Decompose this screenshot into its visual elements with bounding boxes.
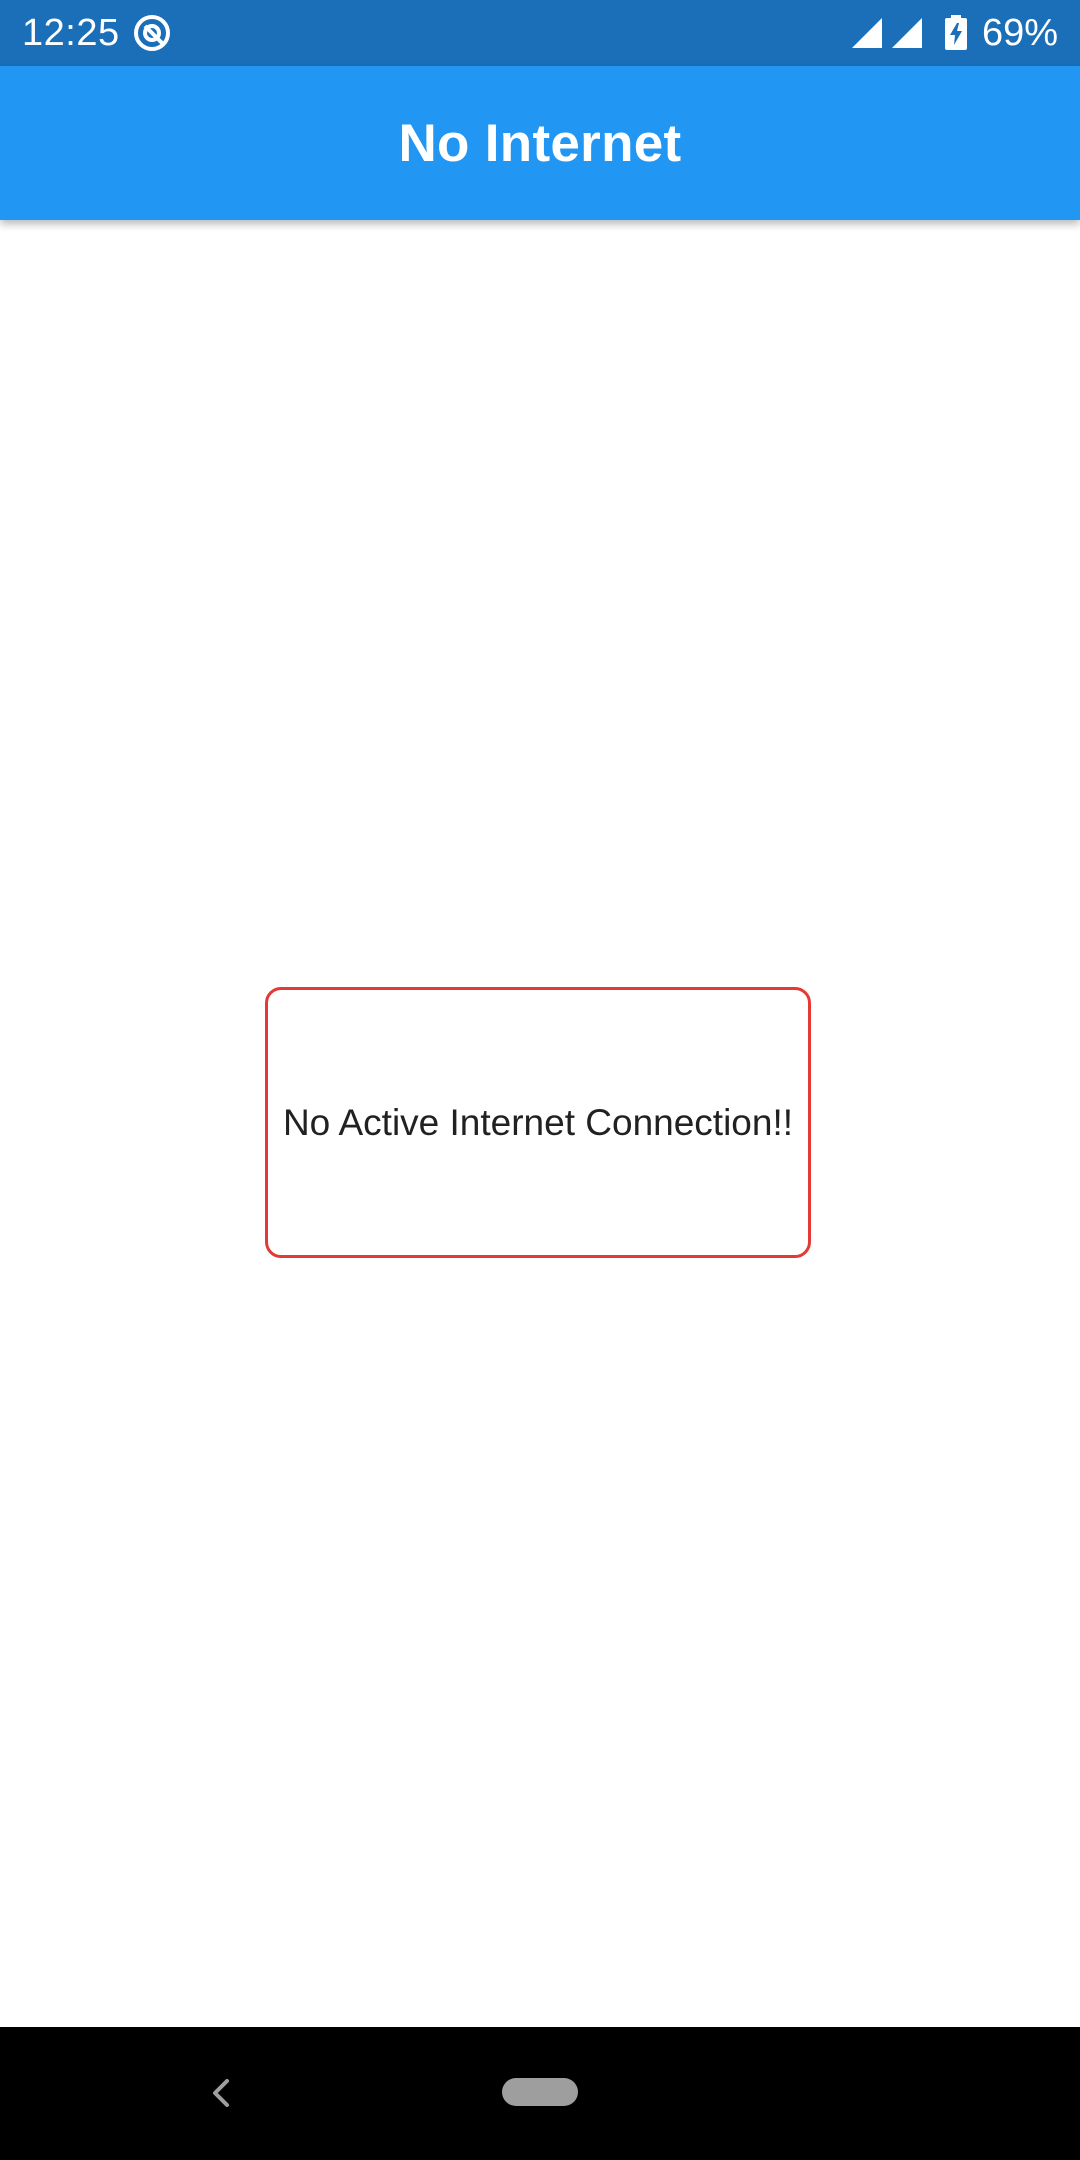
battery-percent: 69% [981, 12, 1058, 54]
app-notification-icon [134, 15, 170, 51]
signal-icon [851, 18, 882, 48]
home-pill-icon[interactable] [502, 2078, 578, 2106]
navigation-bar [0, 2027, 1080, 2160]
status-right-group: 69% [850, 10, 1058, 56]
no-connection-card: No Active Internet Connection!! [265, 987, 811, 1258]
main-content: No Active Internet Connection!! [0, 220, 1080, 2027]
back-icon[interactable] [205, 2075, 235, 2111]
status-time: 12:25 [22, 12, 120, 54]
signal-icon [891, 18, 922, 48]
status-bar: 12:25 69% [0, 0, 1080, 66]
battery-charging-icon [944, 15, 967, 50]
no-connection-message: No Active Internet Connection!! [282, 1101, 794, 1143]
page-title: No Internet [398, 113, 682, 173]
app-bar: No Internet [0, 66, 1080, 220]
screen: 12:25 69% No Internet No Active Internet… [0, 0, 1080, 2160]
